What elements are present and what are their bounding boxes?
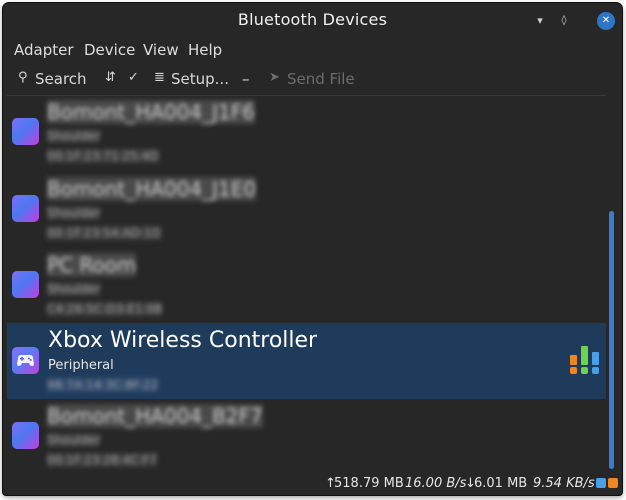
device-list[interactable]: Bomont_HA004_J1F6 Shoulder 00:1F:23:71:2… bbox=[7, 95, 606, 476]
remove-button[interactable]: – bbox=[242, 70, 250, 88]
device-type: Shoulder bbox=[47, 282, 101, 296]
device-row[interactable]: Bomont_HA004_J1F6 Shoulder 00:1F:23:71:2… bbox=[7, 96, 606, 172]
menu-bar: Adapter Device View Help bbox=[3, 39, 622, 63]
sort-icon[interactable]: ⇵ bbox=[105, 70, 116, 85]
close-button[interactable]: ✕ bbox=[597, 12, 615, 30]
device-name: Bomont_HA004_J1E0 bbox=[47, 177, 257, 201]
maximize-button[interactable]: ◊ bbox=[555, 12, 573, 30]
search-label: Search bbox=[35, 70, 87, 88]
device-address: 98:7A:14:3C:8F:22 bbox=[47, 378, 159, 392]
downloaded-total: 6.01 MB bbox=[474, 476, 528, 491]
signal-strength-icon bbox=[570, 346, 599, 374]
device-icon bbox=[12, 195, 39, 222]
device-name: Bomont_HA004_B2F7 bbox=[47, 404, 263, 428]
device-type: Shoulder bbox=[47, 129, 101, 143]
window-title: Bluetooth Devices bbox=[237, 10, 388, 29]
device-icon bbox=[12, 118, 39, 145]
device-address: 00:1F:23:54:AD:1D bbox=[47, 226, 161, 240]
send-file-label: Send File bbox=[287, 70, 355, 88]
minimize-button[interactable]: ▾ bbox=[531, 12, 549, 30]
device-name: PC Room bbox=[47, 253, 137, 277]
download-rate: 9.54 KB/s bbox=[533, 476, 595, 491]
status-bar: ↑ 518.79 MB 16.00 B/s ↓ 6.01 MB 9.54 KB/… bbox=[3, 473, 622, 495]
upload-rate: 16.00 B/s bbox=[405, 476, 467, 491]
network-orange-icon bbox=[608, 478, 618, 488]
search-icon: ⚲ bbox=[18, 70, 28, 85]
device-icon bbox=[12, 422, 39, 449]
device-address: 00:1F:23:71:25:4D bbox=[47, 149, 159, 163]
menu-adapter[interactable]: Adapter bbox=[14, 41, 74, 59]
send-icon: ➤ bbox=[269, 70, 280, 85]
device-address: 00:1F:23:28:4C:F7 bbox=[47, 453, 158, 467]
setup-label: Setup... bbox=[171, 70, 229, 88]
scrollbar-thumb[interactable] bbox=[609, 211, 614, 469]
device-row[interactable]: PC Room Shoulder C4:26:5C:D3:E1:0B bbox=[7, 249, 606, 325]
device-row-selected[interactable]: Xbox Wireless Controller Peripheral 98:7… bbox=[7, 323, 606, 399]
device-type: Shoulder bbox=[47, 433, 101, 447]
toolbar: ⚲ Search ⇵ ✓ ≣ Setup... – ➤ Send File bbox=[3, 65, 622, 93]
device-type: Shoulder bbox=[47, 206, 101, 220]
menu-device[interactable]: Device bbox=[84, 41, 135, 59]
menu-help[interactable]: Help bbox=[188, 41, 222, 59]
device-type: Peripheral bbox=[48, 358, 114, 373]
trust-check-icon[interactable]: ✓ bbox=[128, 70, 139, 85]
title-bar[interactable]: Bluetooth Devices ▾ ◊ ✕ bbox=[3, 3, 622, 39]
menu-view[interactable]: View bbox=[143, 41, 179, 59]
device-address: C4:26:5C:D3:E1:0B bbox=[47, 302, 163, 316]
setup-icon: ≣ bbox=[154, 70, 165, 85]
device-row[interactable]: Bomont_HA004_B2F7 Shoulder 00:1F:23:28:4… bbox=[7, 400, 606, 476]
uploaded-total: 518.79 MB bbox=[334, 476, 404, 491]
device-name: Bomont_HA004_J1F6 bbox=[47, 100, 255, 124]
device-icon bbox=[12, 271, 39, 298]
device-name: Xbox Wireless Controller bbox=[48, 328, 318, 353]
device-row[interactable]: Bomont_HA004_J1E0 Shoulder 00:1F:23:54:A… bbox=[7, 173, 606, 249]
gamepad-icon bbox=[12, 347, 39, 374]
bluetooth-devices-window: Bluetooth Devices ▾ ◊ ✕ Adapter Device V… bbox=[3, 3, 622, 495]
network-blue-icon bbox=[596, 478, 606, 488]
